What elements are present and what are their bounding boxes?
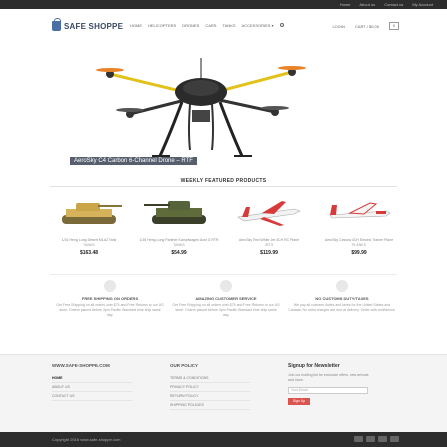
product-category: PLANES [352, 243, 366, 247]
feature-item: No Customs Duty/Taxes We pay all customs… [288, 280, 396, 318]
newsletter-heading: Signup for Newsletter [288, 363, 340, 369]
footer-link-terms[interactable]: Terms & Conditions [170, 374, 250, 383]
trainer-plane-icon [329, 202, 391, 219]
footer-link-privacy[interactable]: Privacy Policy [170, 383, 250, 392]
top-link-contact[interactable]: Contact us [382, 1, 405, 8]
site-logo[interactable]: SAFE SHOPPE [52, 18, 124, 31]
featured-section-title: WEEKLY FEATURED PRODUCTS [180, 178, 267, 184]
site-footer: WWW.SAFE-SHOPPE.COM Home About Us Contac… [0, 354, 447, 432]
product-price: $54.99 [171, 250, 187, 256]
top-link-home[interactable]: Home [338, 1, 353, 8]
product-card[interactable]: 1/16 Heng Long Panther Kampfwagen Ausf G… [136, 190, 222, 256]
product-name[interactable]: AeroSky Red White Jet 4CH RC Plane [226, 238, 312, 242]
cart-link[interactable]: Cart / $0.00 [355, 24, 379, 29]
feature-item: Free Shipping on Orders Get Free Shippin… [56, 280, 164, 318]
product-image[interactable] [46, 190, 132, 236]
footer-col-policy: Our Policy Terms & Conditions Privacy Po… [170, 363, 250, 410]
jet-plane-icon [237, 201, 301, 226]
site-header: SAFE SHOPPE Home Helicopters Drones Cars… [0, 9, 447, 43]
logo-text: SAFE SHOPPE [64, 21, 124, 31]
footer-heading: Our Policy [170, 363, 199, 368]
main-nav: Home Helicopters Drones Cars Tanks Acces… [130, 23, 284, 28]
product-image[interactable] [316, 190, 402, 236]
hero-caption[interactable]: AeroSky C4 Carbon 6-Channel Drone – RTF [70, 157, 197, 165]
section-divider [50, 186, 397, 187]
nav-cars[interactable]: Cars [205, 23, 216, 28]
product-image[interactable] [136, 190, 222, 236]
header-account: Login Cart / $0.00 0 [332, 22, 399, 30]
feature-title: No Customs Duty/Taxes [315, 296, 369, 301]
top-link-account[interactable]: My Account [410, 1, 435, 8]
search-icon[interactable] [279, 23, 284, 27]
product-price: $99.99 [351, 250, 367, 256]
newsletter-desc: Join our mailing list for exclusive offe… [288, 373, 369, 382]
hero-banner[interactable]: AeroSky C4 Carbon 6-Channel Drone – RTF [70, 44, 332, 168]
feature-desc: We pay all customs duties and taxes for … [288, 303, 396, 312]
nav-home[interactable]: Home [130, 23, 142, 28]
shipping-icon [104, 280, 116, 292]
product-name[interactable]: AeroSky Cessna 4CH Electric Trainer Plan… [316, 238, 402, 242]
features-divider [50, 274, 397, 275]
footer-link-shipping[interactable]: Shipping Policies [170, 401, 250, 410]
tank-desert-icon [62, 203, 122, 224]
nav-drones[interactable]: Drones [182, 23, 199, 28]
featured-products: 1/16 Heng Long Desert M1A2 Tank TANKS $1… [46, 190, 402, 256]
features-row: Free Shipping on Orders Get Free Shippin… [56, 280, 396, 318]
feature-item: Amazing Customer Service Get Free Shippi… [172, 280, 280, 318]
product-name[interactable]: 1/16 Heng Long Panther Kampfwagen Ausf G… [136, 238, 222, 242]
product-price: $119.99 [260, 250, 278, 256]
bottom-bar: Copyright 2016 www.safe-shoppe.com [0, 432, 447, 447]
nav-helicopters[interactable]: Helicopters [148, 23, 176, 28]
feature-title: Amazing Customer Service [195, 296, 257, 301]
product-card[interactable]: AeroSky Red White Jet 4CH RC Plane JETS … [226, 190, 312, 256]
footer-link-contact[interactable]: Contact Us [52, 392, 132, 401]
nav-tanks[interactable]: Tanks [222, 23, 235, 28]
mastercard-icon [366, 436, 375, 442]
newsletter-signup-button[interactable]: Sign Up [288, 398, 310, 405]
customs-icon [336, 280, 348, 292]
product-category: TANKS [173, 243, 185, 247]
visa-icon [354, 436, 363, 442]
feature-desc: Get Free Shipping on all orders over $75… [172, 303, 280, 317]
amex-icon [378, 436, 387, 442]
newsletter: Signup for Newsletter Join our mailing l… [288, 363, 374, 405]
payment-icons [354, 436, 399, 442]
product-price: $163.48 [79, 250, 99, 256]
top-bar: Home About us Contact us My Account [0, 0, 447, 9]
tank-green-icon [144, 201, 206, 224]
product-card[interactable]: 1/16 Heng Long Desert M1A2 Tank TANKS $1… [46, 190, 132, 256]
footer-link-home[interactable]: Home [52, 374, 132, 383]
footer-col-site: WWW.SAFE-SHOPPE.COM Home About Us Contac… [52, 363, 132, 401]
feature-title: Free Shipping on Orders [81, 296, 139, 301]
shopping-bag-icon [52, 18, 61, 31]
feature-desc: Get Free Shipping on all orders over $75… [56, 303, 164, 317]
support-icon [220, 280, 232, 292]
product-image[interactable] [226, 190, 312, 236]
product-category: TANKS [83, 243, 95, 247]
nav-accessories[interactable]: Accessories ▾ [242, 23, 274, 28]
footer-heading: WWW.SAFE-SHOPPE.COM [52, 363, 110, 368]
cart-count-badge[interactable]: 0 [389, 22, 399, 30]
copyright: Copyright 2016 www.safe-shoppe.com [52, 437, 121, 442]
product-card[interactable]: AeroSky Cessna 4CH Electric Trainer Plan… [316, 190, 402, 256]
top-link-about[interactable]: About us [357, 1, 377, 8]
product-name[interactable]: 1/16 Heng Long Desert M1A2 Tank [46, 238, 132, 242]
footer-link-about[interactable]: About Us [52, 383, 132, 392]
drone-image [96, 58, 306, 157]
product-category: JETS [264, 243, 274, 247]
paypal-icon [390, 436, 399, 442]
login-link[interactable]: Login [332, 24, 344, 29]
top-links: Home About us Contact us My Account [338, 1, 435, 8]
footer-link-return[interactable]: Return Policy [170, 392, 250, 401]
newsletter-email-input[interactable]: Your Email [288, 387, 368, 394]
